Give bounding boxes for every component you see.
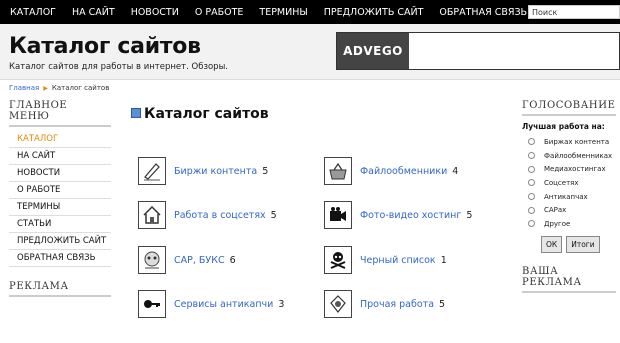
camera-icon[interactable] (324, 201, 352, 229)
category-item: Прочая работа 5 (324, 290, 445, 318)
poll-option[interactable]: САРах (528, 203, 616, 217)
category-link[interactable]: Прочая работа (360, 299, 434, 310)
poll-option-label: Файлообменниках (544, 151, 613, 160)
poll-question: Лучшая работа на: (522, 122, 605, 131)
misc-work-icon[interactable] (324, 290, 352, 318)
advego-logo[interactable]: ADVEGO (337, 33, 409, 69)
topnav-suggest-link[interactable]: ПРЕДЛОЖИТЬ САЙТ (324, 7, 424, 18)
category-item: САР, БУКС 6 (138, 246, 236, 274)
poll-option-label: Антикапчах (544, 192, 588, 201)
radio-button[interactable] (528, 193, 535, 201)
category-link[interactable]: Черный список (360, 255, 436, 266)
menu-item-suggest[interactable]: ПРЕДЛОЖИТЬ САЙТ (9, 233, 111, 250)
category-link[interactable]: Работа в соцсетях (174, 210, 266, 221)
topnav-terms-link[interactable]: ТЕРМИНЫ (259, 7, 307, 18)
poll-option[interactable]: Другое (528, 217, 616, 231)
category-count: 5 (439, 298, 446, 310)
key-icon[interactable] (138, 290, 166, 318)
top-navbar: КАТАЛОГ НА САЙТ НОВОСТИ О РАБОТЕ ТЕРМИНЫ… (0, 0, 620, 24)
category-link[interactable]: Файлообменники (360, 166, 447, 177)
top-nav: КАТАЛОГ НА САЙТ НОВОСТИ О РАБОТЕ ТЕРМИНЫ… (0, 0, 533, 24)
poll-option-label: Другое (544, 219, 571, 228)
breadcrumb-home-link[interactable]: Главная (9, 84, 39, 92)
category-count: 5 (270, 209, 277, 221)
category-count: 5 (262, 165, 269, 177)
site-title[interactable]: Каталог сайтов (9, 34, 201, 59)
your-ads-title: ВАША РЕКЛАМА (522, 266, 616, 293)
category-item: Фото-видео хостинг 5 (324, 201, 472, 229)
category-count: 5 (466, 209, 473, 221)
left-sidebar: ГЛАВНОЕ МЕНЮ КАТАЛОГ НА САЙТ НОВОСТИ О Р… (9, 100, 111, 297)
site-header: Каталог сайтов Каталог сайтов для работы… (0, 24, 620, 80)
menu-item-catalog[interactable]: КАТАЛОГ (9, 131, 111, 148)
category-item: Работа в соцсетях 5 (138, 201, 277, 229)
breadcrumb-current: Каталог сайтов (51, 84, 110, 92)
menu-item-site[interactable]: НА САЙТ (9, 148, 111, 165)
menu-item-terms[interactable]: ТЕРМИНЫ (9, 199, 111, 216)
main-menu: КАТАЛОГ НА САЙТ НОВОСТИ О РАБОТЕ ТЕРМИНЫ… (9, 131, 111, 267)
results-button[interactable]: Итоги (566, 235, 600, 253)
right-sidebar: ГОЛОСОВАНИЕ Лучшая работа на: Биржах кон… (522, 100, 616, 293)
poll-option-label: САРах (544, 206, 567, 215)
category-link[interactable]: САР, БУКС (174, 255, 225, 266)
radio-button[interactable] (528, 179, 535, 187)
category-item: Черный список 1 (324, 246, 447, 274)
category-count: 6 (229, 254, 236, 266)
poll-option[interactable]: Соцсетях (528, 176, 616, 190)
category-count: 3 (278, 298, 285, 310)
search-input[interactable] (528, 5, 620, 19)
category-item: Биржи контента 5 (138, 157, 268, 185)
breadcrumb-arrow-icon: ▶ (43, 84, 48, 92)
menu-item-feedback[interactable]: ОБРАТНАЯ СВЯЗЬ (9, 250, 111, 267)
main-menu-title: ГЛАВНОЕ МЕНЮ (9, 100, 111, 127)
vote-ok-button[interactable]: ОК (541, 235, 563, 253)
poll-buttons: ОК Итоги (541, 235, 616, 253)
skull-ball-icon[interactable] (138, 246, 166, 274)
topnav-about-link[interactable]: О РАБОТЕ (195, 7, 244, 18)
menu-item-articles[interactable]: СТАТЬИ (9, 216, 111, 233)
catalog-icon (131, 108, 141, 118)
radio-button[interactable] (528, 138, 535, 146)
poll-option[interactable]: Биржах контента (528, 135, 616, 149)
ads-title: РЕКЛАМА (9, 281, 111, 297)
radio-button[interactable] (528, 165, 535, 173)
radio-button[interactable] (528, 220, 535, 228)
ad-banner[interactable]: ADVEGO (336, 32, 620, 70)
content-exchange-icon[interactable] (138, 157, 166, 185)
poll-option[interactable]: Медиахостингах (528, 162, 616, 176)
radio-button[interactable] (528, 152, 535, 160)
category-count: 4 (452, 165, 459, 177)
category-item: Файлообменники 4 (324, 157, 458, 185)
menu-item-news[interactable]: НОВОСТИ (9, 165, 111, 182)
category-link[interactable]: Биржи контента (174, 166, 257, 177)
poll-option[interactable]: Антикапчах (528, 190, 616, 204)
poll-option[interactable]: Файлообменниках (528, 149, 616, 163)
vote-title: ГОЛОСОВАНИЕ (522, 100, 616, 116)
poll-option-label: Биржах контента (544, 137, 610, 146)
category-item: Сервисы антикапчи 3 (138, 290, 284, 318)
topnav-feedback-link[interactable]: ОБРАТНАЯ СВЯЗЬ (439, 7, 527, 18)
breadcrumb: Главная ▶ Каталог сайтов (9, 84, 109, 92)
poll-option-label: Соцсетях (544, 178, 579, 187)
site-subtitle: Каталог сайтов для работы в интернет. Об… (9, 62, 228, 72)
page-title-text: Каталог сайтов (144, 106, 269, 122)
topnav-site-link[interactable]: НА САЙТ (72, 7, 115, 18)
home-icon[interactable] (138, 201, 166, 229)
radio-button[interactable] (528, 206, 535, 214)
page-title: Каталог сайтов (131, 106, 269, 122)
category-link[interactable]: Фото-видео хостинг (360, 210, 461, 221)
skull-crossbones-icon[interactable] (324, 246, 352, 274)
topnav-catalog-link[interactable]: КАТАЛОГ (10, 7, 56, 18)
poll-option-label: Медиахостингах (544, 165, 606, 174)
category-count: 1 (440, 254, 447, 266)
file-sharing-icon[interactable] (324, 157, 352, 185)
topnav-news-link[interactable]: НОВОСТИ (131, 7, 179, 18)
category-link[interactable]: Сервисы антикапчи (174, 299, 273, 310)
menu-item-about[interactable]: О РАБОТЕ (9, 182, 111, 199)
